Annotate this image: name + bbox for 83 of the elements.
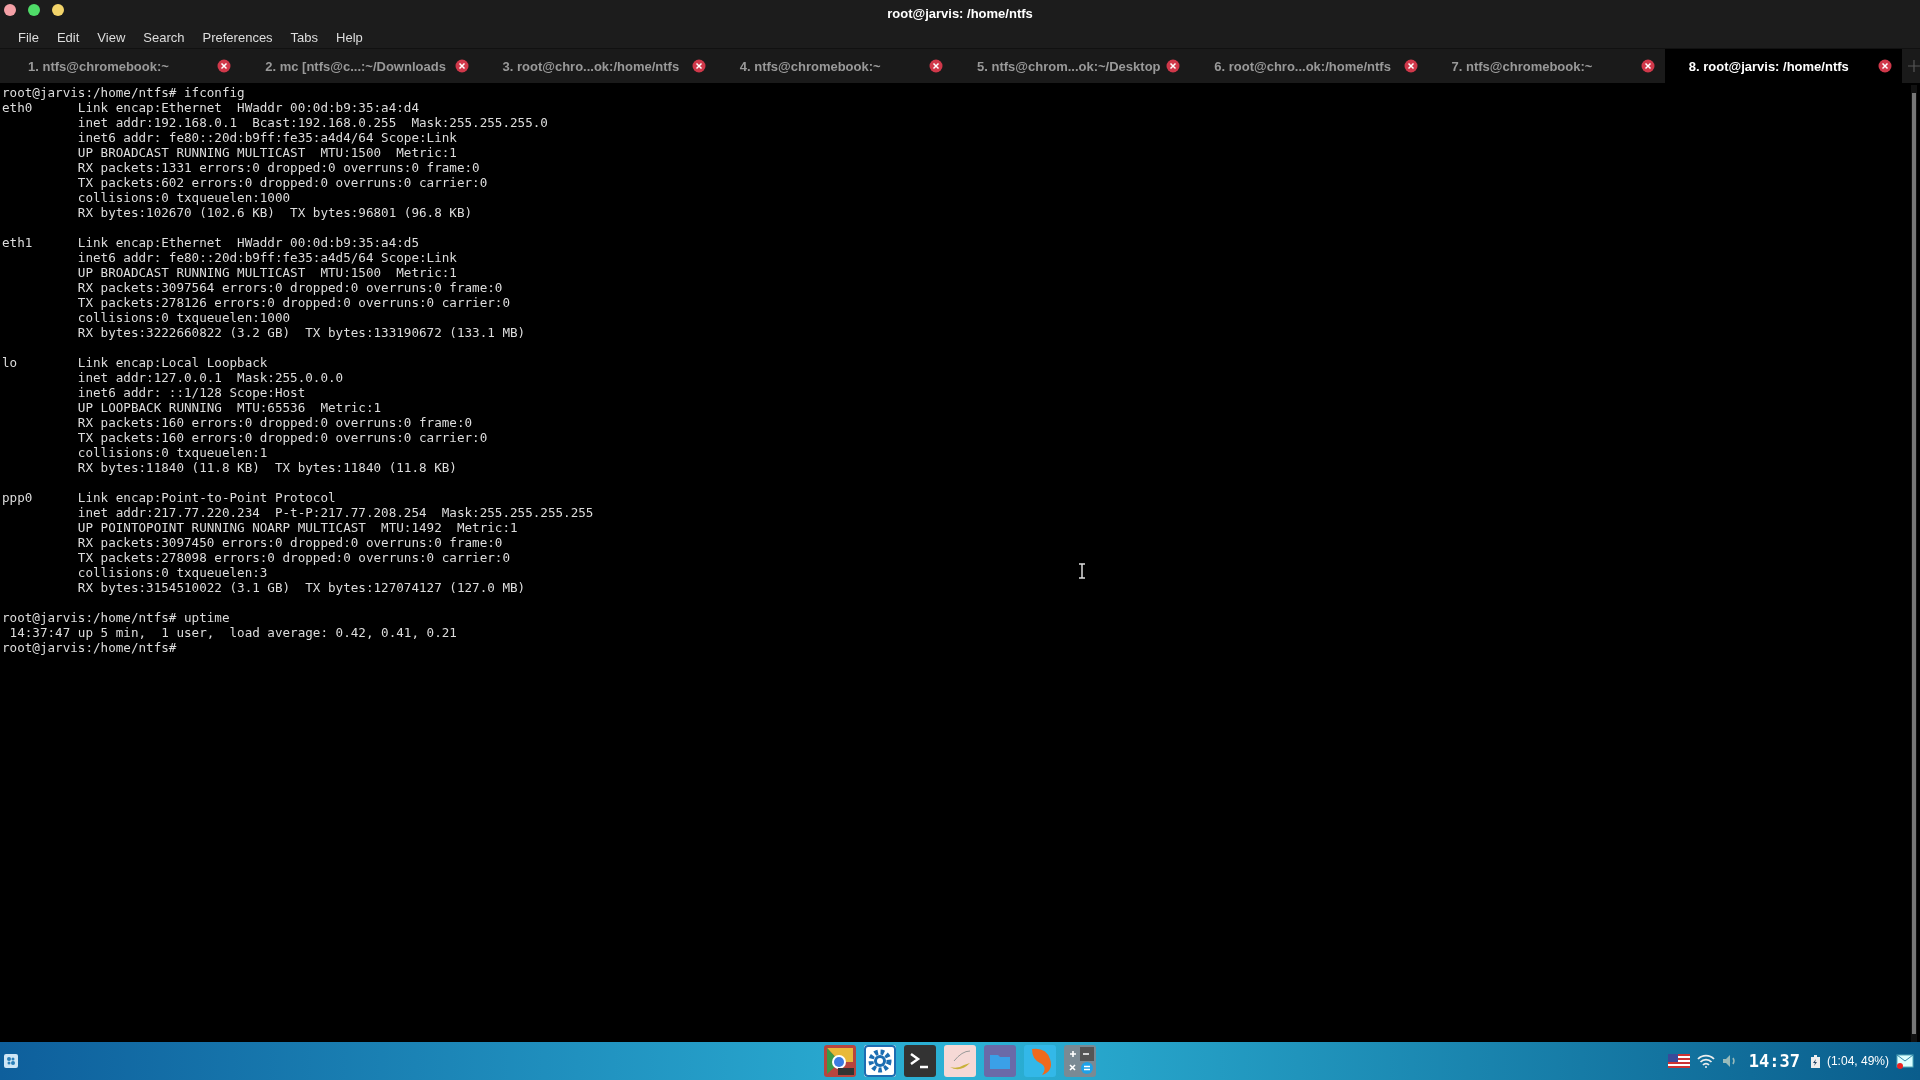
terminal-tab[interactable]: 2. mc [ntfs@c...:~/Downloads [241, 49, 479, 83]
terminal-tab[interactable]: 4. ntfs@chromebook:~ [715, 49, 953, 83]
terminal-line: eth0 Link encap:Ethernet HWaddr 00:0d:b9:35:a4:d4 [2, 100, 420, 115]
tab-label[interactable]: 8. root@jarvis: /home/ntfs [1688, 58, 1849, 74]
close-tab-icon[interactable] [929, 59, 943, 73]
terminal-line: inet6 addr: fe80::20d:b9ff:fe35:a4d4/64 Scope:Link [76, 130, 457, 145]
menu-item[interactable]: Tabs [281, 29, 328, 45]
tab-label[interactable]: 2. mc [ntfs@c...:~/Downloads [265, 58, 446, 74]
tab-label[interactable]: 4. ntfs@chromebook:~ [739, 58, 881, 74]
tab-label[interactable]: 1. ntfs@chromebook:~ [28, 58, 169, 74]
terminal-line: UP BROADCAST RUNNING MULTICAST MTU:1500 Metric:1 [76, 145, 457, 160]
close-tab-icon[interactable] [1166, 59, 1181, 73]
terminal-tab[interactable]: 7. ntfs@chromebook:~ [1427, 49, 1665, 83]
tab-label[interactable]: 6. root@chro...ok:/home/ntfs [1214, 58, 1391, 74]
close-tab-icon[interactable] [1403, 59, 1418, 73]
terminal-line: RX bytes:3154510022 (3.1 GB) TX bytes:127074127 (127.0 MB) [76, 580, 526, 595]
menu-item[interactable]: Search [134, 29, 194, 45]
close-tab-icon[interactable] [454, 59, 469, 73]
terminal-line: collisions:0 txqueuelen:1 [76, 445, 269, 460]
terminal-line: inet6 addr: ::1/128 Scope:Host [76, 385, 306, 400]
terminal-line: RX packets:3097564 errors:0 dropped:0 overruns:0 frame:0 [76, 280, 503, 295]
terminal-line: TX packets:278126 errors:0 dropped:0 overruns:0 carrier:0 [76, 295, 510, 310]
terminal-line: RX packets:1331 errors:0 dropped:0 overruns:0 frame:0 [76, 160, 480, 175]
terminal-line: UP LOOPBACK RUNNING MTU:65536 Metric:1 [76, 400, 382, 415]
menu-item[interactable]: File [9, 29, 48, 45]
close-window-button[interactable] [4, 4, 16, 16]
clock-text[interactable]: 14:37 [1748, 1051, 1800, 1071]
terminal-line: inet addr:127.0.0.1 Mask:255.0.0.0 [76, 370, 344, 385]
maximize-window-button[interactable] [28, 4, 40, 16]
terminal-line: inet6 addr: fe80::20d:b9ff:fe35:a4d5/64 Scope:Link [76, 250, 457, 265]
terminal-icon[interactable] [904, 1045, 936, 1077]
text-cursor-icon [1078, 563, 1086, 579]
terminal-line: UP POINTOPOINT RUNNING NOARP MULTICAST MTU:1492 Metric:1 [76, 520, 518, 535]
terminal-line: RX packets:160 errors:0 dropped:0 overruns:0 frame:0 [76, 415, 473, 430]
mail-icon[interactable] [1896, 1052, 1914, 1070]
terminal-line: TX packets:602 errors:0 dropped:0 overruns:0 carrier:0 [76, 175, 488, 190]
tab-label[interactable]: 3. root@chro...ok:/home/ntfs [502, 58, 680, 74]
us-flag-icon[interactable] [1667, 1054, 1690, 1068]
terminal-line: RX packets:3097450 errors:0 dropped:0 overruns:0 frame:0 [76, 535, 503, 550]
minimize-window-button[interactable] [52, 4, 64, 16]
calculator-icon[interactable] [1064, 1045, 1096, 1077]
close-tab-icon[interactable] [1878, 59, 1892, 73]
terminal-line: ppp0 Link encap:Point-to-Point Protocol [2, 490, 337, 505]
terminal-line: RX bytes:3222660822 (3.2 GB) TX bytes:133190672 (133.1 MB) [76, 325, 526, 340]
tab-label[interactable]: 5. ntfs@chrom...ok:~/Desktop [977, 58, 1161, 74]
terminal-line: UP BROADCAST RUNNING MULTICAST MTU:1500 Metric:1 [76, 265, 457, 280]
window-title: root@jarvis: /home/ntfs [887, 5, 1033, 21]
terminal-line: TX packets:278098 errors:0 dropped:0 overruns:0 carrier:0 [76, 550, 510, 565]
terminal-line: inet addr:192.168.0.1 Bcast:192.168.0.255 Mask:255.255.255.0 [76, 115, 548, 130]
menu-item[interactable]: View [88, 29, 135, 45]
close-tab-icon[interactable] [691, 59, 706, 73]
settings-icon[interactable] [864, 1045, 896, 1077]
terminal-line: root@jarvis:/home/ntfs# [2, 640, 178, 655]
menu-item[interactable]: Help [327, 29, 372, 45]
terminal-tab[interactable]: 8. root@jarvis: /home/ntfs [1664, 49, 1902, 83]
terminal-line: root@jarvis:/home/ntfs# uptime [2, 610, 230, 625]
menu-item[interactable]: Edit [47, 29, 89, 45]
terminal-line: RX bytes:102670 (102.6 KB) TX bytes:96801 (96.8 KB) [76, 205, 473, 220]
terminal-tab[interactable]: 6. root@chro...ok:/home/ntfs [1190, 49, 1428, 83]
terminal-line: inet addr:217.77.220.234 P-t-P:217.77.208.254 Mask:255.255.255.255 [76, 505, 594, 520]
battery-text: (1:04, 49%) [1826, 1054, 1889, 1068]
terminal-tab[interactable]: 1. ntfs@chromebook:~ [4, 49, 242, 83]
terminal-line: TX packets:160 errors:0 dropped:0 overruns:0 carrier:0 [76, 430, 488, 445]
terminal-line: lo Link encap:Local Loopback [2, 355, 269, 370]
wifi-icon[interactable] [1696, 1054, 1715, 1068]
terminal-line: root@jarvis:/home/ntfs# ifconfig [2, 85, 245, 100]
terminal-tab[interactable]: 5. ntfs@chrom...ok:~/Desktop [953, 49, 1191, 83]
menu-item[interactable]: Preferences [193, 29, 282, 45]
tab-label[interactable]: 7. ntfs@chromebook:~ [1451, 58, 1593, 74]
terminal-line: RX bytes:11840 (11.8 KB) TX bytes:11840 (11.8 KB) [76, 460, 457, 475]
terminal-line: collisions:0 txqueuelen:1000 [76, 310, 292, 325]
close-tab-icon[interactable] [217, 59, 232, 73]
battery-icon[interactable] [1810, 1054, 1820, 1068]
terminal-line: eth1 Link encap:Ethernet HWaddr 00:0d:b9:35:a4:d5 [2, 235, 420, 250]
terminal-line: 14:37:47 up 5 min, 1 user, load average: 0.42, 0.41, 0.21 [8, 625, 457, 640]
terminal-tab[interactable]: 3. root@chro...ok:/home/ntfs [478, 49, 716, 83]
scrollbar[interactable] [1911, 85, 1917, 1042]
terminal-line: collisions:0 txqueuelen:1000 [76, 190, 292, 205]
volume-icon[interactable] [1721, 1054, 1738, 1068]
terminal-line: collisions:0 txqueuelen:3 [76, 565, 269, 580]
launcher-icon[interactable] [3, 1053, 19, 1069]
close-tab-icon[interactable] [1640, 59, 1655, 73]
browser-icon[interactable] [824, 1045, 856, 1077]
